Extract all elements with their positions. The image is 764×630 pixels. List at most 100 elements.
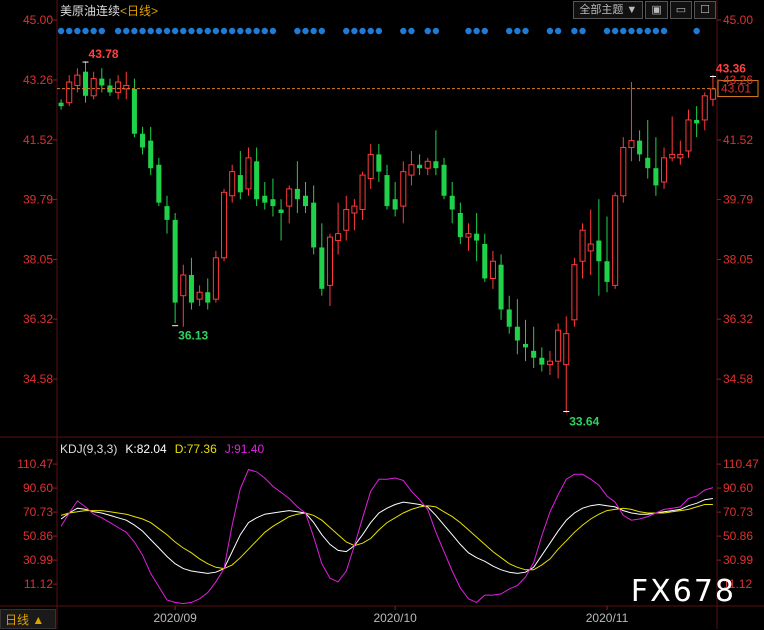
- candle-body: [188, 275, 194, 303]
- signal-dot: [375, 27, 383, 35]
- candle-body: [685, 119, 692, 152]
- signal-dot: [636, 27, 643, 35]
- candle-body: [343, 209, 350, 231]
- candle-body: [424, 160, 431, 169]
- kdj-j-value: J:91.40: [224, 442, 265, 456]
- signal-dot: [180, 27, 187, 35]
- candle-body: [74, 74, 81, 86]
- candlestick-series: [58, 61, 716, 413]
- candle-body: [457, 212, 463, 238]
- candle-body: [579, 229, 586, 262]
- chart-header: 美原油连续<日线>: [60, 2, 158, 19]
- candle-body: [514, 326, 520, 341]
- candle-body: [359, 174, 366, 211]
- y-tick-label-left: 45.00: [23, 13, 53, 27]
- y-tick-label-left: 43.26: [23, 73, 53, 87]
- theme-select[interactable]: 全部主题 ▼: [573, 1, 644, 19]
- candle-body: [628, 140, 635, 149]
- signal-dot: [147, 27, 154, 35]
- candle-body: [115, 81, 122, 93]
- signal-dot: [571, 27, 578, 35]
- candle-body: [441, 164, 447, 196]
- candle-body: [82, 71, 89, 96]
- toolbar: 全部主题 ▼ ▣ ▭ ☐: [573, 1, 716, 19]
- y-tick-label-right: 36.32: [723, 312, 753, 326]
- candle-body: [596, 240, 602, 262]
- candle-body: [254, 161, 260, 200]
- candle-body: [172, 219, 178, 303]
- candle-body: [131, 88, 137, 134]
- candle-body: [433, 161, 439, 169]
- signal-dot: [66, 27, 73, 35]
- signal-dot: [228, 27, 236, 35]
- kdj-tick-label-left: 70.73: [23, 505, 53, 519]
- signal-dot: [400, 27, 407, 35]
- y-tick-label-left: 39.79: [23, 193, 53, 207]
- kdj-header: KDJ(9,3,3) K:82.04 D:77.36 J:91.40: [60, 442, 264, 456]
- signal-dot: [693, 27, 700, 35]
- signal-dot: [408, 27, 415, 35]
- signal-dot: [424, 27, 431, 35]
- kdj-line-d: [60, 504, 713, 571]
- kdj-tick-label-right: 90.60: [723, 481, 753, 495]
- maximize-icon[interactable]: ☐: [694, 1, 716, 19]
- x-tick-label: 2020/10: [373, 611, 417, 625]
- minimize-icon[interactable]: ▭: [669, 1, 693, 19]
- y-tick-label-left: 36.32: [23, 312, 53, 326]
- candle-body: [701, 95, 708, 121]
- candle-body: [205, 292, 211, 303]
- period-selector[interactable]: 日线 ▲: [0, 609, 56, 629]
- candle-body: [180, 274, 187, 297]
- signal-dot: [628, 27, 635, 35]
- candle-body: [489, 260, 496, 279]
- kdj-tick-label-left: 50.86: [23, 529, 53, 543]
- kdj-tick-label-left: 11.12: [24, 577, 53, 591]
- signal-dot: [139, 27, 146, 35]
- candle-body: [367, 153, 374, 180]
- candle-body: [237, 175, 243, 193]
- candle-body: [294, 188, 300, 200]
- candle-body: [498, 264, 504, 310]
- signal-dot: [318, 27, 326, 35]
- kdj-line-j: [60, 468, 714, 605]
- candle-body: [400, 171, 407, 207]
- candle-body: [571, 264, 578, 321]
- signal-dot: [310, 27, 317, 35]
- kdj-series: [60, 468, 714, 605]
- y-tick-label-right: 39.79: [723, 193, 753, 207]
- candle-body: [148, 140, 154, 169]
- y-tick-label-left: 34.58: [23, 372, 53, 386]
- candle-body: [335, 233, 342, 242]
- candle-body: [90, 78, 97, 97]
- watermark: FX678: [630, 574, 736, 609]
- candle-body: [645, 157, 651, 169]
- candle-body: [709, 88, 716, 100]
- candle-body: [262, 195, 268, 203]
- signal-dots: [57, 27, 700, 35]
- kdj-d-value: D:77.36: [174, 442, 217, 456]
- signal-dot: [343, 27, 350, 35]
- kdj-tick-label-right: 70.73: [723, 505, 753, 519]
- candle-body: [482, 244, 488, 279]
- candle-body: [653, 168, 659, 186]
- y-tick-label-left: 41.52: [23, 133, 53, 147]
- x-tick-label: 2020/09: [153, 611, 197, 625]
- y-tick-label-right: 38.05: [723, 253, 753, 267]
- signal-dot: [204, 27, 211, 35]
- signal-dot: [611, 27, 619, 35]
- signal-dot: [660, 27, 668, 35]
- period-link[interactable]: <日线>: [120, 4, 158, 18]
- kdj-k-value: K:82.04: [125, 442, 167, 456]
- candle-body: [449, 195, 455, 210]
- candle-body: [376, 154, 382, 172]
- signal-dot: [432, 27, 440, 35]
- signal-dot: [155, 27, 163, 35]
- candle-body: [604, 261, 610, 282]
- restore-icon[interactable]: ▣: [645, 1, 668, 19]
- signal-dot: [171, 27, 179, 35]
- candle-body: [637, 140, 643, 155]
- signal-dot: [82, 27, 89, 35]
- candle-body: [270, 199, 276, 207]
- signal-dot: [90, 27, 97, 35]
- kdj-tick-label-left: 30.99: [23, 553, 53, 567]
